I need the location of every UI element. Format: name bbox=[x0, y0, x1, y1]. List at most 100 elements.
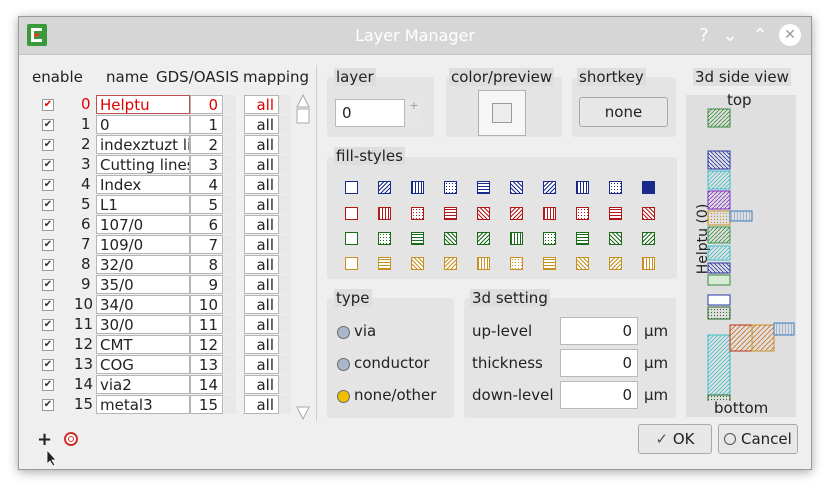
fill-style-swatch[interactable] bbox=[609, 232, 622, 245]
fill-style-swatch[interactable] bbox=[543, 207, 556, 220]
mapping-spinner[interactable] bbox=[279, 275, 291, 294]
gds-number-cell[interactable]: 1 bbox=[190, 115, 223, 134]
fill-style-swatch[interactable] bbox=[642, 257, 655, 270]
mapping-cell[interactable]: all bbox=[244, 135, 279, 154]
up-level-input[interactable]: 0 bbox=[560, 317, 638, 345]
enable-checkbox[interactable]: ✔ bbox=[42, 99, 54, 111]
mapping-cell[interactable]: all bbox=[244, 295, 279, 314]
fill-style-swatch[interactable] bbox=[477, 207, 490, 220]
mapping-cell[interactable]: all bbox=[244, 175, 279, 194]
gds-spinner[interactable] bbox=[224, 375, 236, 394]
fill-style-swatch[interactable] bbox=[510, 257, 523, 270]
mapping-cell[interactable]: all bbox=[244, 95, 279, 114]
fill-style-swatch[interactable] bbox=[576, 257, 589, 270]
mapping-cell[interactable]: all bbox=[244, 215, 279, 234]
layer-name-cell[interactable]: L1 bbox=[96, 195, 190, 214]
layer-name-cell[interactable]: 107/0 bbox=[96, 215, 190, 234]
layer-number-spinner[interactable]: + bbox=[406, 99, 422, 127]
mapping-spinner[interactable] bbox=[279, 135, 291, 154]
gds-spinner[interactable] bbox=[224, 295, 236, 314]
fill-style-swatch[interactable] bbox=[345, 257, 358, 270]
gds-spinner[interactable] bbox=[224, 355, 236, 374]
gds-spinner[interactable] bbox=[224, 175, 236, 194]
enable-checkbox[interactable]: ✔ bbox=[42, 339, 54, 351]
layer-name-cell[interactable]: COG bbox=[96, 355, 190, 374]
mapping-spinner[interactable] bbox=[279, 235, 291, 254]
layer-name-cell[interactable]: via2 bbox=[96, 375, 190, 394]
fill-style-swatch[interactable] bbox=[609, 257, 622, 270]
enable-checkbox[interactable]: ✔ bbox=[42, 179, 54, 191]
fill-style-swatch[interactable] bbox=[378, 257, 391, 270]
mapping-spinner[interactable] bbox=[279, 255, 291, 274]
enable-checkbox[interactable]: ✔ bbox=[42, 199, 54, 211]
mapping-cell[interactable]: all bbox=[244, 335, 279, 354]
gds-spinner[interactable] bbox=[224, 395, 236, 414]
conductor-radio[interactable] bbox=[337, 358, 350, 371]
fill-style-swatch[interactable] bbox=[477, 181, 490, 194]
gds-spinner[interactable] bbox=[224, 275, 236, 294]
enable-checkbox[interactable]: ✔ bbox=[42, 239, 54, 251]
enable-checkbox[interactable]: ✔ bbox=[42, 219, 54, 231]
shortkey-button[interactable]: none bbox=[579, 97, 668, 127]
gds-number-cell[interactable]: 9 bbox=[190, 275, 223, 294]
none-other-radio[interactable] bbox=[337, 390, 350, 403]
fill-style-swatch[interactable] bbox=[378, 232, 391, 245]
gds-spinner[interactable] bbox=[224, 195, 236, 214]
layer-name-cell[interactable]: 0 bbox=[96, 115, 190, 134]
fill-style-swatch[interactable] bbox=[444, 181, 457, 194]
gds-number-cell[interactable]: 7 bbox=[190, 235, 223, 254]
gds-number-cell[interactable]: 15 bbox=[190, 395, 223, 414]
fill-style-swatch[interactable] bbox=[510, 232, 523, 245]
mapping-cell[interactable]: all bbox=[244, 195, 279, 214]
fill-style-swatch[interactable] bbox=[510, 181, 523, 194]
enable-checkbox[interactable]: ✔ bbox=[42, 139, 54, 151]
enable-checkbox[interactable]: ✔ bbox=[42, 119, 54, 131]
fill-style-swatch[interactable] bbox=[345, 181, 358, 194]
mapping-spinner[interactable] bbox=[279, 375, 291, 394]
gds-number-cell[interactable]: 14 bbox=[190, 375, 223, 394]
fill-style-swatch[interactable] bbox=[444, 207, 457, 220]
maximize-button[interactable]: ⌃ bbox=[749, 25, 771, 47]
cancel-button[interactable]: Cancel bbox=[718, 424, 798, 454]
gds-number-cell[interactable]: 12 bbox=[190, 335, 223, 354]
via-radio[interactable] bbox=[337, 326, 350, 339]
ok-button[interactable]: ✓ OK bbox=[638, 424, 712, 454]
gds-spinner[interactable] bbox=[224, 335, 236, 354]
layer-name-cell[interactable]: Cutting lines bbox=[96, 155, 190, 174]
mapping-cell[interactable]: all bbox=[244, 355, 279, 374]
fill-style-swatch[interactable] bbox=[345, 207, 358, 220]
fill-style-swatch[interactable] bbox=[576, 181, 589, 194]
fill-style-swatch[interactable] bbox=[576, 232, 589, 245]
enable-checkbox[interactable]: ✔ bbox=[42, 159, 54, 171]
mapping-spinner[interactable] bbox=[279, 315, 291, 334]
gds-number-cell[interactable]: 8 bbox=[190, 255, 223, 274]
gds-number-cell[interactable]: 2 bbox=[190, 135, 223, 154]
fill-style-swatch[interactable] bbox=[609, 207, 622, 220]
minimize-button[interactable]: ⌄ bbox=[719, 25, 741, 47]
fill-style-swatch[interactable] bbox=[345, 232, 358, 245]
gds-spinner[interactable] bbox=[224, 135, 236, 154]
lifebuoy-icon[interactable] bbox=[64, 432, 78, 446]
gds-spinner[interactable] bbox=[224, 215, 236, 234]
mapping-spinner[interactable] bbox=[279, 395, 291, 414]
gds-spinner[interactable] bbox=[224, 115, 236, 134]
fill-style-swatch[interactable] bbox=[444, 232, 457, 245]
fill-style-swatch[interactable] bbox=[510, 207, 523, 220]
fill-style-swatch[interactable] bbox=[642, 232, 655, 245]
enable-checkbox[interactable]: ✔ bbox=[42, 299, 54, 311]
fill-style-swatch[interactable] bbox=[378, 207, 391, 220]
enable-checkbox[interactable]: ✔ bbox=[42, 279, 54, 291]
layer-name-cell[interactable]: 34/0 bbox=[96, 295, 190, 314]
layer-name-cell[interactable]: 35/0 bbox=[96, 275, 190, 294]
fill-style-swatch[interactable] bbox=[411, 232, 424, 245]
layer-name-cell[interactable]: CMT bbox=[96, 335, 190, 354]
layer-name-cell[interactable]: metal3 bbox=[96, 395, 190, 414]
splitter[interactable] bbox=[316, 65, 317, 421]
mapping-cell[interactable]: all bbox=[244, 235, 279, 254]
layer-name-cell[interactable]: Index bbox=[96, 175, 190, 194]
gds-number-cell[interactable]: 5 bbox=[190, 195, 223, 214]
fill-style-swatch[interactable] bbox=[543, 257, 556, 270]
fill-style-swatch[interactable] bbox=[576, 207, 589, 220]
fill-style-swatch[interactable] bbox=[543, 232, 556, 245]
mapping-spinner[interactable] bbox=[279, 295, 291, 314]
